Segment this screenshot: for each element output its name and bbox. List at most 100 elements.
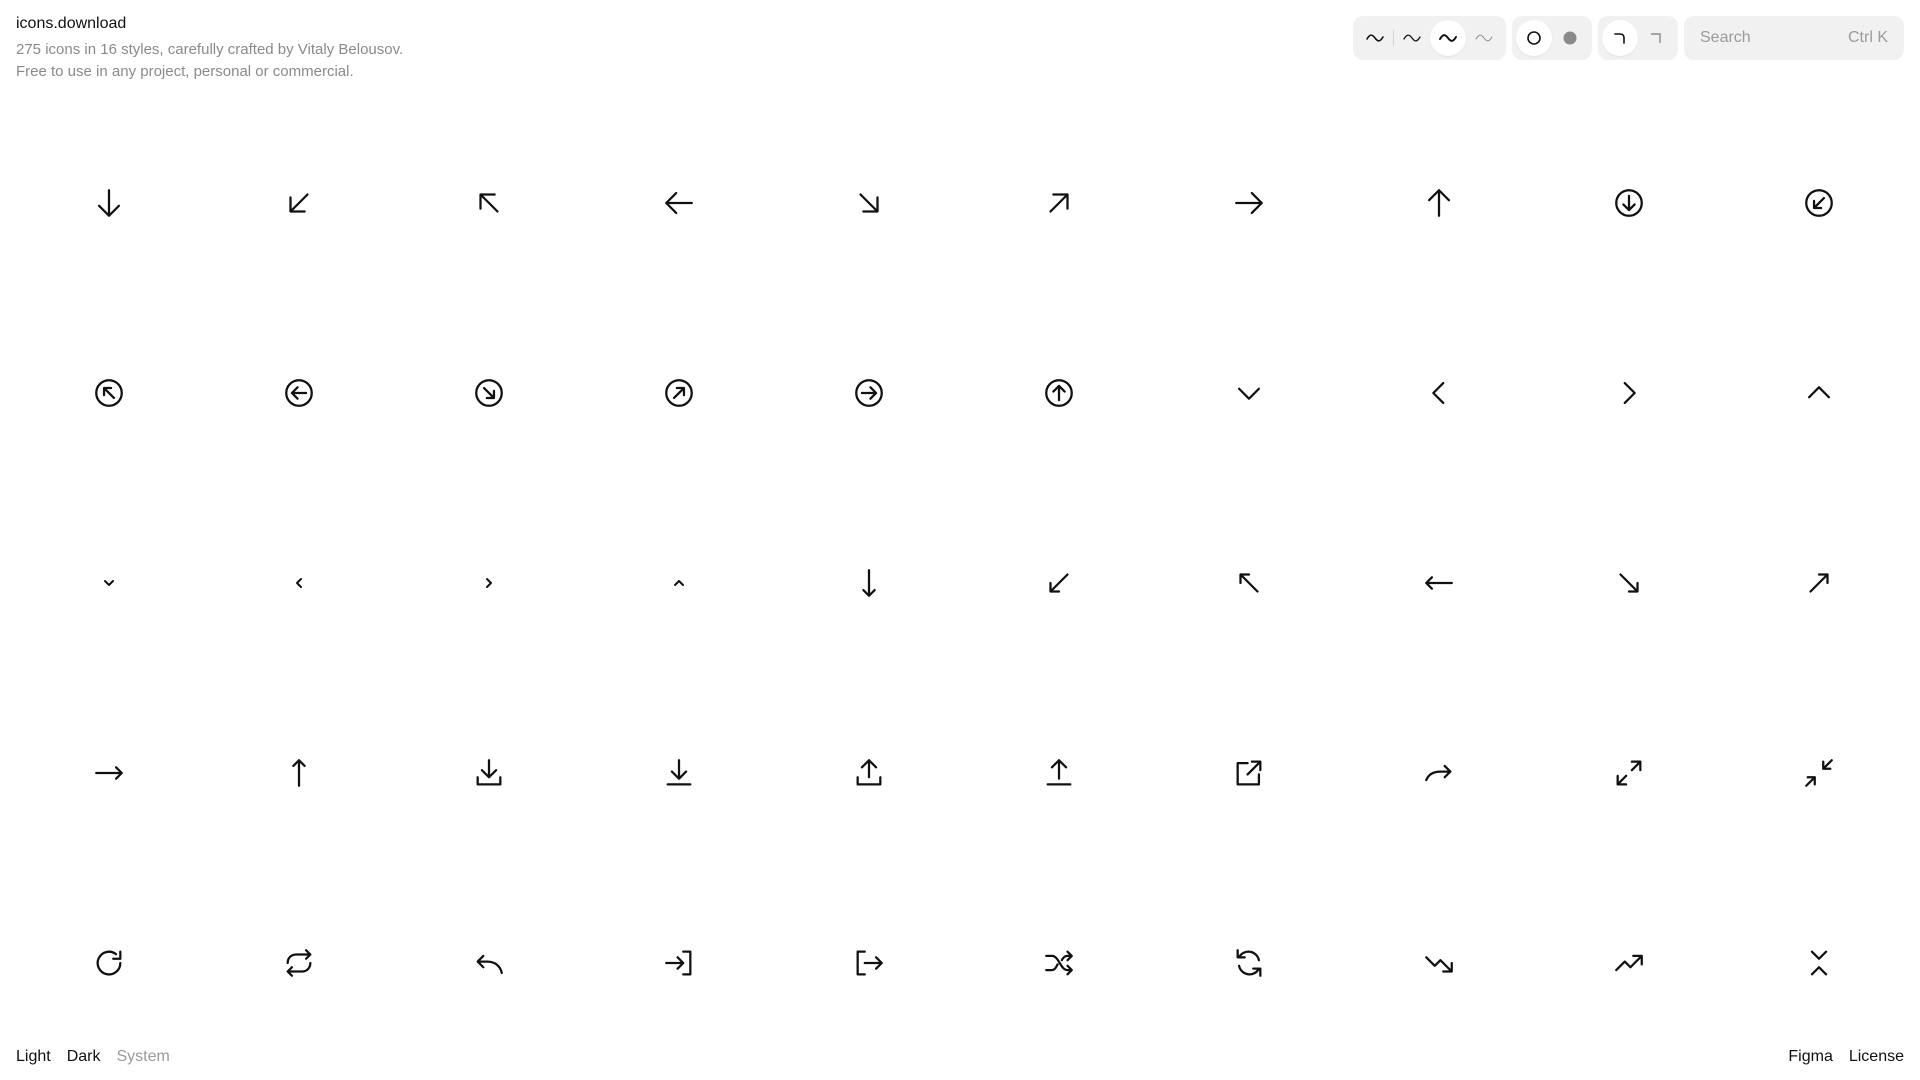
- upload-line-icon: [1046, 759, 1072, 786]
- icon-cell-arrow-left[interactable]: [584, 108, 774, 298]
- icon-cell-arrow-down-left-circle[interactable]: [1724, 108, 1914, 298]
- download-line-icon: [666, 759, 692, 786]
- icon-cell-external-link[interactable]: [1154, 678, 1344, 868]
- icon-cell-arrow-down-right-circle[interactable]: [394, 298, 584, 488]
- icon-cell-arrow-down-left[interactable]: [204, 108, 394, 298]
- arrow-up-left-circle-icon: [95, 379, 123, 407]
- corner-style-selector: [1598, 16, 1678, 60]
- icon-cell-logout[interactable]: [774, 868, 964, 1058]
- icon-cell-chevron-up-small[interactable]: [584, 488, 774, 678]
- sharp-corner-button[interactable]: [1638, 20, 1674, 56]
- rounded-corner-icon: [1614, 33, 1625, 44]
- icon-cell-arrow-down-left-thin[interactable]: [964, 488, 1154, 678]
- icon-cell-arrow-right-thin[interactable]: [14, 678, 204, 868]
- icon-cell-chevron-left-small[interactable]: [204, 488, 394, 678]
- icon-cell-arrow-left-thin[interactable]: [1344, 488, 1534, 678]
- arrow-down-right-icon: [859, 193, 879, 213]
- icon-cell-chevron-down[interactable]: [1154, 298, 1344, 488]
- icon-cell-arrow-right[interactable]: [1154, 108, 1344, 298]
- icon-cell-login[interactable]: [584, 868, 774, 1058]
- rotate-cw-icon: [96, 950, 122, 976]
- icon-cell-redo-arrow[interactable]: [1344, 678, 1534, 868]
- stroke-weight-1-icon: [1366, 34, 1384, 42]
- icon-cell-arrow-up-right[interactable]: [964, 108, 1154, 298]
- icon-cell-arrow-right-circle[interactable]: [774, 298, 964, 488]
- arrow-left-thin-icon: [1425, 576, 1453, 590]
- arrow-down-left-circle-icon: [1805, 189, 1833, 217]
- sharp-corner-icon: [1651, 33, 1661, 43]
- icon-cell-chevron-right[interactable]: [1534, 298, 1724, 488]
- icon-cell-arrow-up[interactable]: [1344, 108, 1534, 298]
- filled-style-button[interactable]: [1552, 20, 1588, 56]
- stroke-weight-selector: [1353, 16, 1506, 60]
- icon-cell-arrow-down-right-thin[interactable]: [1534, 488, 1724, 678]
- icon-cell-rotate-cw[interactable]: [14, 868, 204, 1058]
- icon-cell-download-tray[interactable]: [394, 678, 584, 868]
- fill-style-selector: [1512, 16, 1592, 60]
- icon-cell-arrow-up-left[interactable]: [394, 108, 584, 298]
- filled-circle-icon: [1563, 31, 1577, 45]
- icon-cell-refresh[interactable]: [1154, 868, 1344, 1058]
- icon-cell-arrow-down[interactable]: [14, 108, 204, 298]
- site-header: icons.download 275 icons in 16 styles, c…: [16, 14, 403, 83]
- download-tray-icon: [476, 759, 502, 786]
- arrow-up-right-thin-icon: [1809, 573, 1829, 593]
- icon-cell-arrow-up-right-circle[interactable]: [584, 298, 774, 488]
- icon-cell-arrow-down-right[interactable]: [774, 108, 964, 298]
- icon-cell-arrow-up-left-circle[interactable]: [14, 298, 204, 488]
- arrow-down-icon: [97, 189, 121, 217]
- icon-cell-arrow-left-circle[interactable]: [204, 298, 394, 488]
- icon-cell-arrow-up-thin[interactable]: [204, 678, 394, 868]
- site-title[interactable]: icons.download: [16, 14, 403, 34]
- toolbar: Ctrl K: [1353, 16, 1904, 60]
- external-link-icon: [1236, 760, 1262, 786]
- icon-cell-expand[interactable]: [1534, 678, 1724, 868]
- icon-cell-chevron-up[interactable]: [1724, 298, 1914, 488]
- stroke-weight-3-icon: [1439, 34, 1457, 42]
- expand-icon: [1616, 760, 1642, 786]
- icon-cell-chevron-left[interactable]: [1344, 298, 1534, 488]
- icon-cell-chevron-right-small[interactable]: [394, 488, 584, 678]
- icon-cell-arrow-up-right-thin[interactable]: [1724, 488, 1914, 678]
- theme-light-button[interactable]: Light: [16, 1048, 51, 1066]
- chevron-up-icon: [1807, 386, 1831, 399]
- icon-cell-trend-up[interactable]: [1534, 868, 1724, 1058]
- trend-up-icon: [1615, 954, 1643, 972]
- login-icon: [665, 950, 692, 976]
- icon-cell-collapse-vertical[interactable]: [1724, 868, 1914, 1058]
- icon-cell-upload-line[interactable]: [964, 678, 1154, 868]
- icon-cell-arrow-down-circle[interactable]: [1534, 108, 1724, 298]
- redo-arrow-icon: [1425, 764, 1452, 782]
- stroke-weight-1-button[interactable]: [1357, 20, 1393, 56]
- icon-cell-shuffle[interactable]: [964, 868, 1154, 1058]
- icon-cell-download-line[interactable]: [584, 678, 774, 868]
- outline-style-button[interactable]: [1516, 20, 1552, 56]
- upload-tray-icon: [856, 759, 882, 786]
- stroke-weight-4-button[interactable]: [1466, 20, 1502, 56]
- arrow-right-icon: [1235, 191, 1263, 215]
- figma-link[interactable]: Figma: [1788, 1048, 1832, 1066]
- icon-cell-upload-tray[interactable]: [774, 678, 964, 868]
- search-box[interactable]: Ctrl K: [1684, 16, 1904, 60]
- icon-cell-undo-arrow[interactable]: [394, 868, 584, 1058]
- rounded-corner-button[interactable]: [1602, 20, 1638, 56]
- stroke-weight-2-button[interactable]: [1394, 20, 1430, 56]
- icon-cell-arrow-down-thin[interactable]: [774, 488, 964, 678]
- icon-cell-arrow-up-left-thin[interactable]: [1154, 488, 1344, 678]
- license-link[interactable]: License: [1849, 1048, 1904, 1066]
- theme-system-button[interactable]: System: [116, 1048, 169, 1066]
- icon-cell-arrow-up-circle[interactable]: [964, 298, 1154, 488]
- undo-arrow-icon: [476, 954, 503, 975]
- icon-cell-repeat[interactable]: [204, 868, 394, 1058]
- search-shortcut: Ctrl K: [1848, 29, 1888, 46]
- shuffle-icon: [1045, 950, 1073, 976]
- search-input[interactable]: [1700, 29, 1830, 47]
- stroke-weight-3-button[interactable]: [1430, 20, 1466, 56]
- theme-dark-button[interactable]: Dark: [67, 1048, 101, 1066]
- collapse-vertical-icon: [1810, 950, 1828, 976]
- site-tagline: 275 icons in 16 styles, carefully crafte…: [16, 39, 403, 83]
- icon-cell-chevron-down-small[interactable]: [14, 488, 204, 678]
- icon-cell-collapse[interactable]: [1724, 678, 1914, 868]
- stroke-weight-4-icon: [1475, 34, 1493, 42]
- icon-cell-trend-down[interactable]: [1344, 868, 1534, 1058]
